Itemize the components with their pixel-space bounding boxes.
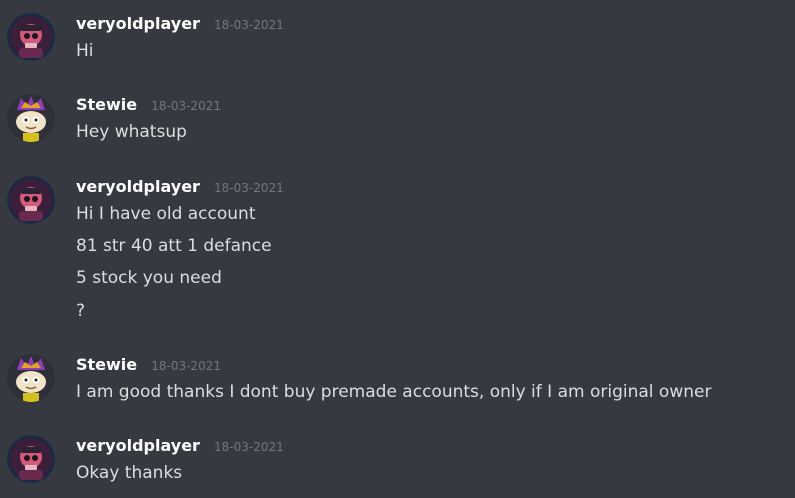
message-text: 5 stock you need	[76, 268, 222, 288]
stewie-avatar-icon[interactable]	[7, 354, 55, 402]
skull-avatar-icon[interactable]	[7, 176, 55, 224]
timestamp: 18-03-2021	[151, 359, 221, 373]
username[interactable]: Stewie	[76, 95, 137, 114]
message-text: I am good thanks I dont buy premade acco…	[76, 382, 712, 402]
message-header: veryoldplayer 18-03-2021	[76, 435, 284, 457]
username[interactable]: veryoldplayer	[76, 14, 200, 33]
username[interactable]: veryoldplayer	[76, 177, 200, 196]
stewie-avatar-icon[interactable]	[7, 94, 55, 142]
username[interactable]: veryoldplayer	[76, 436, 200, 455]
timestamp: 18-03-2021	[214, 440, 284, 454]
message-header: veryoldplayer 18-03-2021	[76, 13, 284, 35]
message-text: ?	[76, 301, 86, 321]
message-header: veryoldplayer 18-03-2021	[76, 176, 284, 198]
message-header: Stewie 18-03-2021	[76, 94, 221, 116]
message-text: 81 str 40 att 1 defance	[76, 236, 272, 256]
message-text: Hi I have old account	[76, 204, 256, 224]
skull-avatar-icon[interactable]	[7, 435, 55, 483]
skull-avatar-icon[interactable]	[7, 13, 55, 61]
message-text: Okay thanks	[76, 463, 183, 483]
timestamp: 18-03-2021	[214, 18, 284, 32]
username[interactable]: Stewie	[76, 355, 137, 374]
message-text: Hi	[76, 41, 94, 61]
timestamp: 18-03-2021	[214, 181, 284, 195]
timestamp: 18-03-2021	[151, 99, 221, 113]
chat-message-list: veryoldplayer 18-03-2021 Hi Stewie 18-03…	[0, 0, 795, 498]
message-text: Hey whatsup	[76, 122, 187, 142]
message-header: Stewie 18-03-2021	[76, 354, 221, 376]
